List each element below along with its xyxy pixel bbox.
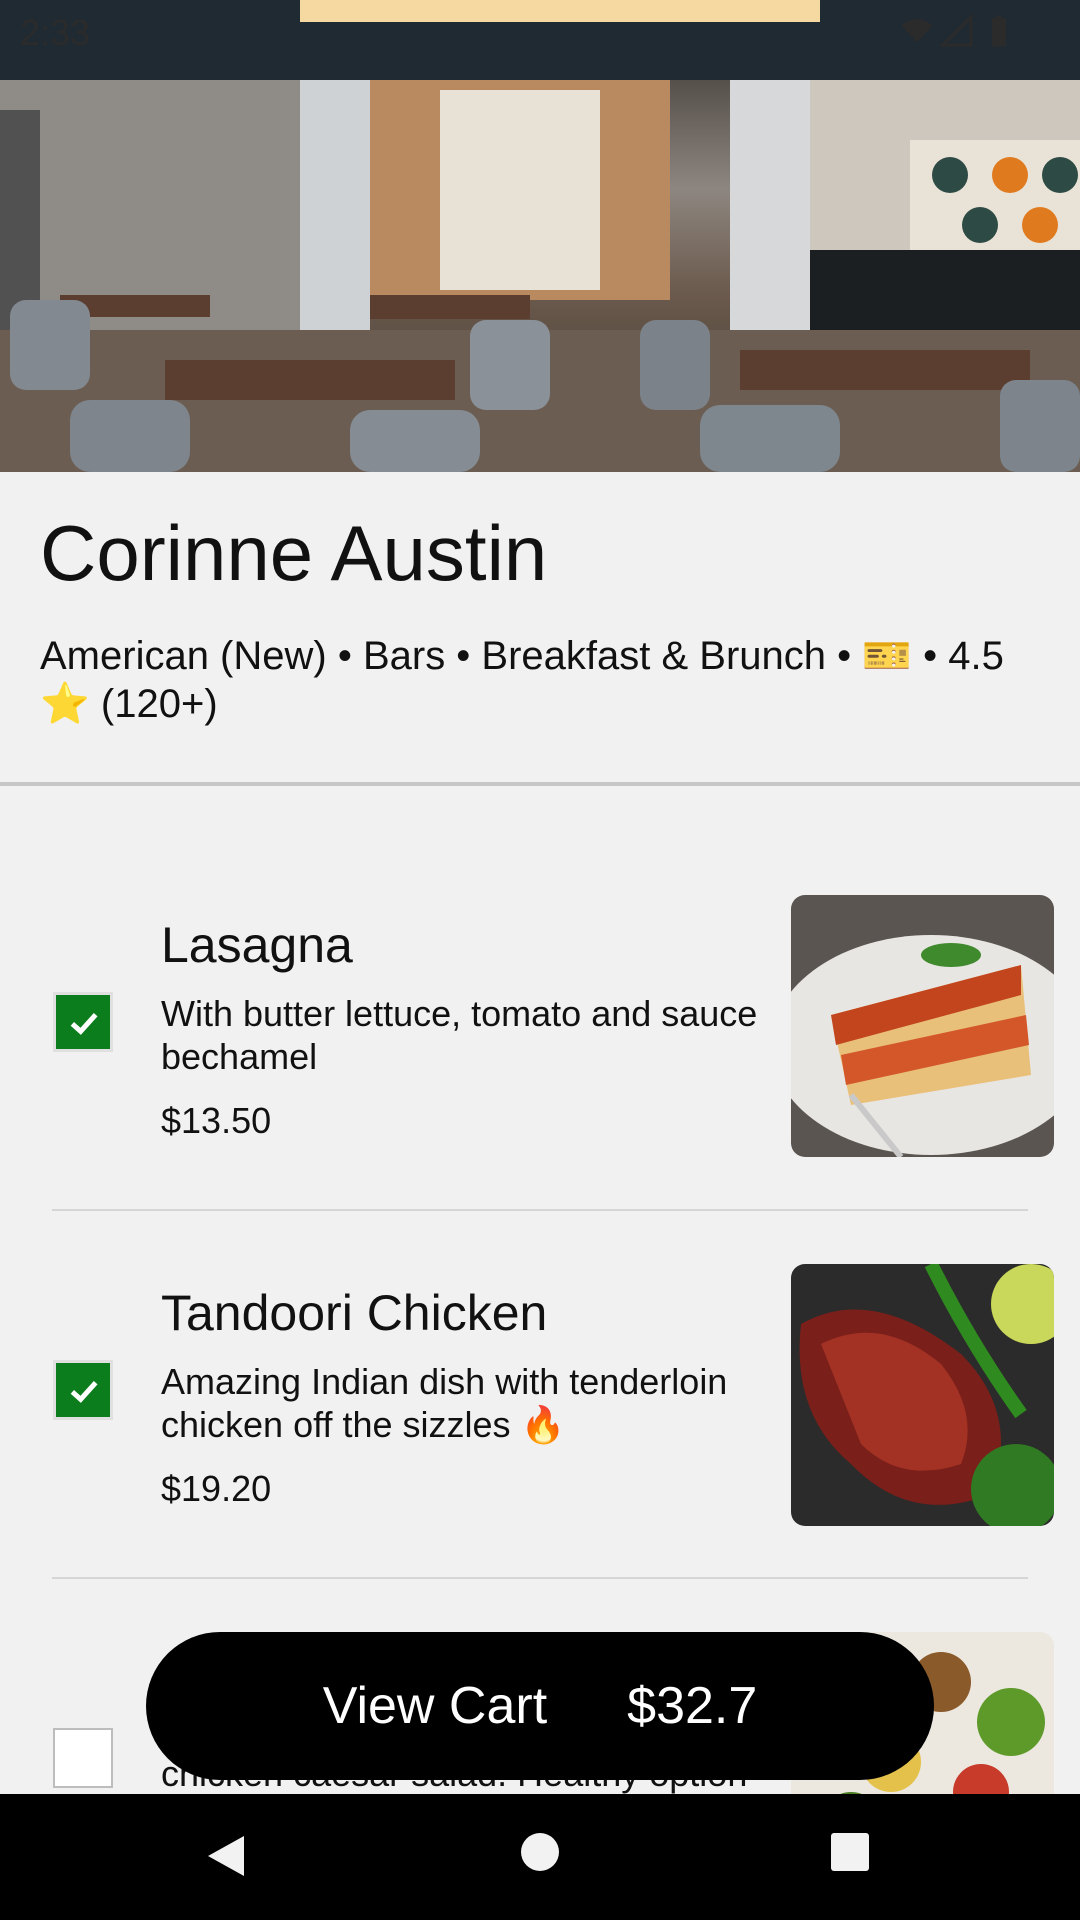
signal-icon bbox=[939, 13, 974, 48]
restaurant-name: Corinne Austin bbox=[40, 509, 548, 597]
view-cart-button[interactable]: View Cart $32.7 bbox=[146, 1632, 934, 1780]
recents-icon[interactable] bbox=[830, 1832, 870, 1877]
item-name: Lasagna bbox=[161, 917, 353, 973]
restaurant-hero-image bbox=[0, 0, 1080, 472]
item-price: $19.20 bbox=[161, 1468, 272, 1509]
status-time: 2:33 bbox=[20, 12, 91, 53]
home-icon[interactable] bbox=[520, 1832, 560, 1877]
restaurant-meta: American (New) • Bars • Breakfast & Brun… bbox=[40, 634, 1004, 726]
menu-item[interactable]: Lasagna With butter lettuce, tomato and … bbox=[0, 880, 1080, 1180]
battery-icon bbox=[982, 14, 1016, 48]
system-navigation-bar bbox=[0, 1794, 1080, 1920]
back-icon[interactable] bbox=[204, 1832, 248, 1885]
wifi-icon bbox=[900, 14, 934, 48]
view-cart-label: View Cart bbox=[322, 1677, 548, 1735]
section-divider bbox=[0, 782, 1080, 786]
check-icon bbox=[70, 1380, 98, 1403]
item-description: With butter lettuce, tomato and sauce be… bbox=[161, 993, 758, 1077]
check-icon bbox=[70, 1012, 98, 1035]
item-separator bbox=[52, 1577, 1028, 1579]
item-checkbox[interactable] bbox=[53, 1360, 113, 1420]
item-price: $13.50 bbox=[161, 1100, 272, 1141]
cart-total: $32.7 bbox=[627, 1677, 758, 1735]
status-bar: 2:33 bbox=[0, 0, 1080, 64]
item-checkbox[interactable] bbox=[53, 1728, 113, 1788]
item-checkbox[interactable] bbox=[53, 992, 113, 1052]
item-description: Amazing Indian dish with tenderloin chic… bbox=[161, 1361, 728, 1445]
item-image-tandoori bbox=[791, 1264, 1054, 1526]
menu-item[interactable]: Tandoori Chicken Amazing Indian dish wit… bbox=[0, 1248, 1080, 1548]
item-name: Tandoori Chicken bbox=[161, 1285, 548, 1341]
item-image-lasagna bbox=[791, 895, 1054, 1157]
item-separator bbox=[52, 1209, 1028, 1211]
